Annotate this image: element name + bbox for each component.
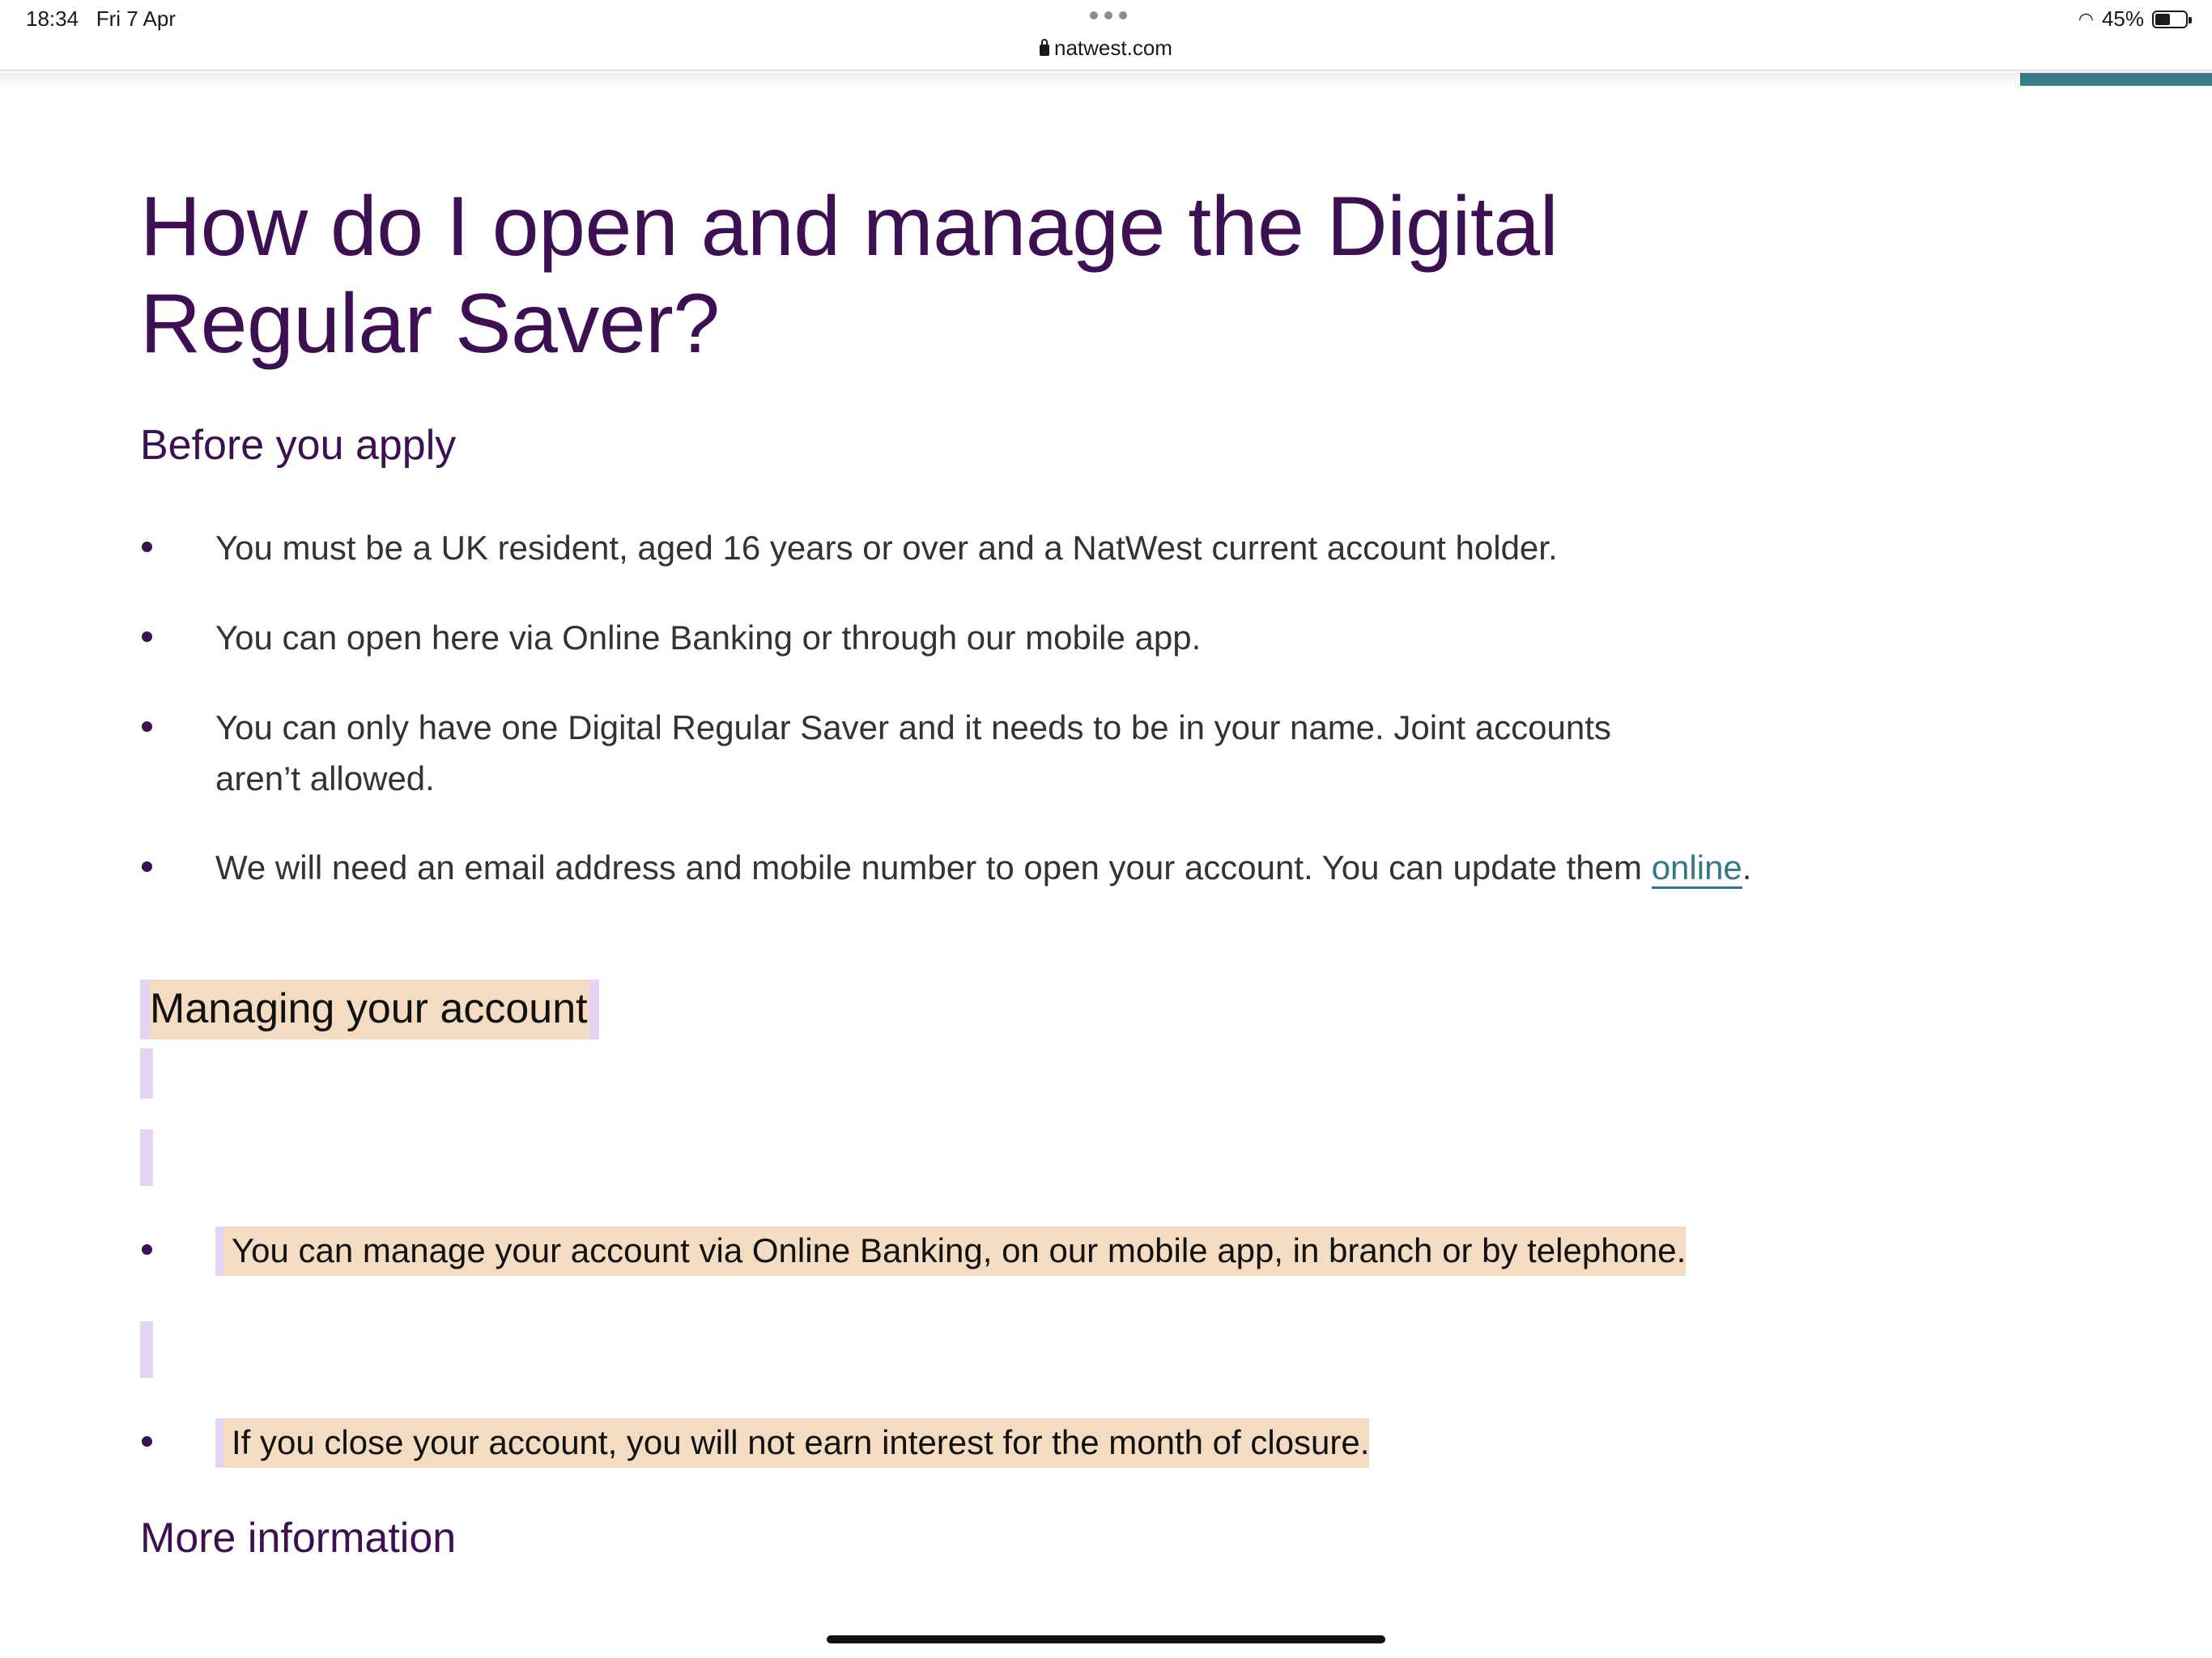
highlighted-heading: Managing your account bbox=[140, 980, 599, 1039]
home-indicator[interactable] bbox=[827, 1635, 1385, 1643]
clock-time: 18:34 bbox=[26, 6, 79, 31]
lock-icon bbox=[1040, 39, 1050, 56]
status-bar: 18:34 Fri 7 Apr natwest.com ◠ 45% bbox=[0, 0, 2212, 71]
before-you-apply-list: You can only have one Digital Regular Sa… bbox=[140, 702, 1654, 804]
highlight-marker bbox=[140, 1048, 153, 1099]
highlight-marker bbox=[140, 1129, 153, 1186]
status-time: 18:34 Fri 7 Apr bbox=[26, 6, 176, 32]
list-item: You can only have one Digital Regular Sa… bbox=[140, 702, 1654, 804]
before-you-apply-list: You must be a UK resident, aged 16 years… bbox=[140, 522, 1881, 573]
status-indicators: ◠ 45% bbox=[2078, 6, 2192, 32]
email-item-period: . bbox=[1742, 848, 1752, 886]
article-content: How do I open and manage the Digital Reg… bbox=[140, 178, 2083, 1562]
before-you-apply-heading: Before you apply bbox=[140, 422, 457, 469]
managing-your-account-heading: Managing your account bbox=[140, 980, 599, 1039]
more-options-icon[interactable] bbox=[1090, 11, 1127, 19]
wifi-icon: ◠ bbox=[2078, 8, 2094, 29]
before-you-apply-list: We will need an email address and mobile… bbox=[140, 842, 1792, 893]
managing-your-account-list: You can manage your account via Online B… bbox=[140, 1225, 1719, 1276]
url-text: natwest.com bbox=[1054, 36, 1172, 60]
list-item: You can manage your account via Online B… bbox=[140, 1225, 1719, 1276]
list-item: You can open here via Online Banking or … bbox=[140, 612, 1881, 663]
battery-percent: 45% bbox=[2101, 6, 2144, 31]
highlight-marker bbox=[140, 1321, 153, 1378]
highlighted-text: If you close your account, you will not … bbox=[215, 1418, 1370, 1468]
more-information-heading: More information bbox=[140, 1515, 457, 1562]
header-accent-strip bbox=[2020, 73, 2212, 86]
email-item-text: We will need an email address and mobile… bbox=[215, 848, 1652, 886]
list-item: We will need an email address and mobile… bbox=[140, 842, 1792, 893]
battery-icon bbox=[2152, 10, 2192, 28]
highlighted-text: You can manage your account via Online B… bbox=[215, 1226, 1687, 1276]
clock-date: Fri 7 Apr bbox=[96, 6, 176, 31]
online-link[interactable]: online bbox=[1651, 848, 1742, 889]
header-shadow bbox=[0, 73, 2212, 86]
address-bar[interactable]: natwest.com bbox=[0, 36, 2212, 61]
list-item: If you close your account, you will not … bbox=[140, 1417, 1719, 1468]
page-title: How do I open and manage the Digital Reg… bbox=[140, 180, 1559, 371]
before-you-apply-list: You can open here via Online Banking or … bbox=[140, 612, 1881, 663]
managing-your-account-list: If you close your account, you will not … bbox=[140, 1417, 1719, 1468]
list-item: You must be a UK resident, aged 16 years… bbox=[140, 522, 1881, 573]
